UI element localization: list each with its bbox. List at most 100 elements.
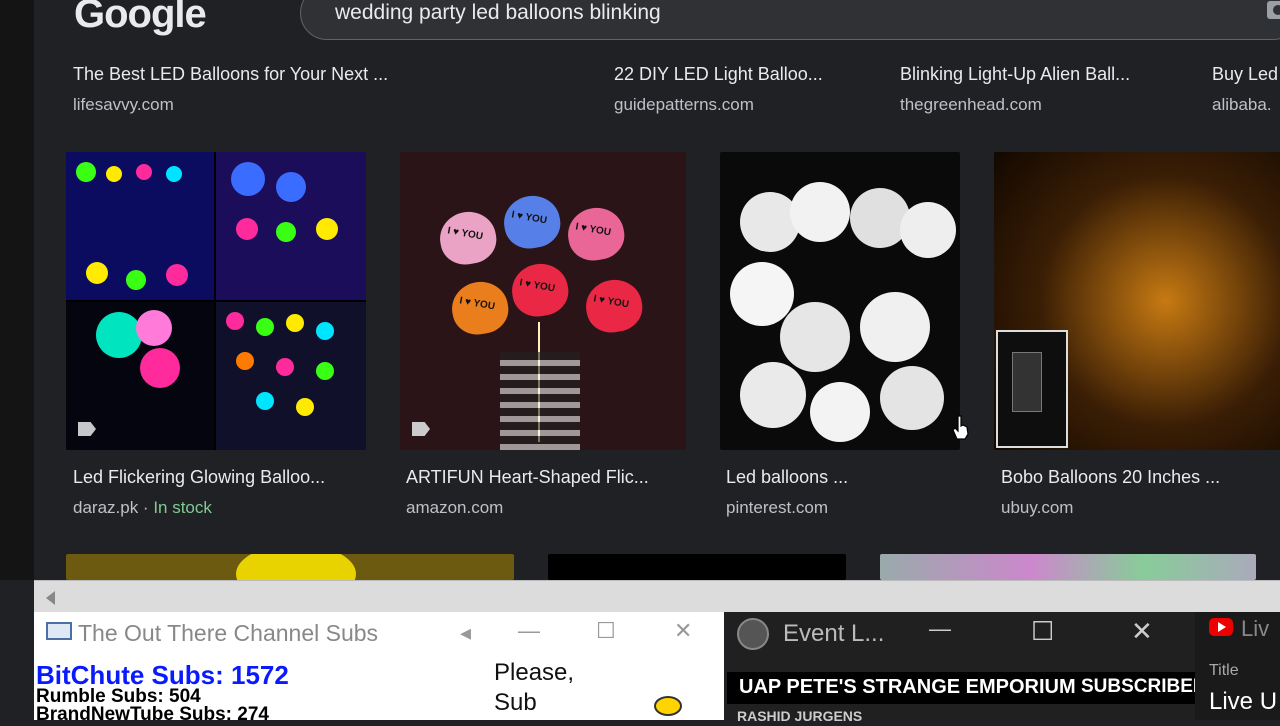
scroll-left-arrow-icon[interactable] xyxy=(46,591,55,605)
balloon-shape xyxy=(860,292,930,362)
subs-window-titlebar[interactable]: The Out There Channel Subs ◂ — ☐ ✕ xyxy=(34,612,724,654)
balloon-shape xyxy=(740,362,806,428)
balloon-shape xyxy=(256,318,274,336)
result-image-5[interactable] xyxy=(66,554,514,580)
collapse-arrow-icon[interactable]: ◂ xyxy=(460,620,471,646)
balloon-shape xyxy=(166,166,182,182)
result-title[interactable]: Led Flickering Glowing Balloo... xyxy=(73,467,373,488)
please-line: Please, xyxy=(494,659,575,686)
balloon-shape xyxy=(86,262,108,284)
balloon-shape xyxy=(166,264,188,286)
balloon-shape xyxy=(76,162,96,182)
result-image-3[interactable] xyxy=(720,152,960,450)
app-icon xyxy=(46,622,72,640)
result-image-1[interactable] xyxy=(66,152,366,450)
window-title: The Out There Channel Subs xyxy=(78,620,379,646)
result-title[interactable]: Blinking Light-Up Alien Ball... xyxy=(900,64,1170,85)
maximize-button[interactable]: ☐ xyxy=(1031,616,1054,647)
result-title[interactable]: Led balloons ... xyxy=(726,467,966,488)
title-value[interactable]: Live U xyxy=(1209,688,1277,716)
balloon-shape xyxy=(226,312,244,330)
result-source[interactable]: alibaba. xyxy=(1212,95,1280,115)
result-image-2[interactable]: I ♥ YOU I ♥ YOU I ♥ YOU I ♥ YOU I ♥ YOU … xyxy=(400,152,686,450)
in-stock-badge: In stock xyxy=(153,498,212,517)
result-source[interactable]: guidepatterns.com xyxy=(614,95,864,115)
balloon-shape xyxy=(900,202,956,258)
please-sub-text: Please, Sub xyxy=(494,658,574,718)
balloon-shape xyxy=(276,358,294,376)
result-image-6[interactable] xyxy=(548,554,846,580)
source-separator: · xyxy=(138,498,154,517)
balloon-shape xyxy=(236,218,258,240)
result-source[interactable]: lifesavvy.com xyxy=(73,95,373,115)
balloon-shape xyxy=(96,312,142,358)
result-title[interactable]: 22 DIY LED Light Balloo... xyxy=(614,64,864,85)
result-title[interactable]: Buy Led xyxy=(1212,64,1280,85)
heart-label: I ♥ YOU xyxy=(574,221,612,239)
result-source-domain[interactable]: daraz.pk xyxy=(73,498,138,517)
balloon-shape xyxy=(136,164,152,180)
subs-window: The Out There Channel Subs ◂ — ☐ ✕ BitCh… xyxy=(34,612,724,725)
heart-balloon: I ♥ YOU xyxy=(581,275,647,337)
balloon-shape xyxy=(316,322,334,340)
minimize-button[interactable]: — xyxy=(518,618,540,644)
balloon-shape xyxy=(126,270,146,290)
result-image-7[interactable] xyxy=(880,554,1256,580)
balloon-shape xyxy=(140,348,180,388)
result-source[interactable]: daraz.pk · In stock xyxy=(73,498,373,518)
hand-cursor-icon xyxy=(952,415,969,440)
balloon-shape xyxy=(296,398,314,416)
camera-icon[interactable] xyxy=(1267,1,1280,19)
sub-line: Sub xyxy=(494,689,537,716)
search-input[interactable]: wedding party led balloons blinking xyxy=(300,0,1280,40)
balloon-shape xyxy=(236,352,254,370)
balloon-shape xyxy=(286,314,304,332)
result-title[interactable]: Bobo Balloons 20 Inches ... xyxy=(1001,467,1280,488)
balloon-shape xyxy=(136,310,172,346)
event-banner-text: UAP PETE'S STRANGE EMPORIUM xyxy=(739,676,1076,698)
event-list-window: Event L... — ☐ ✕ UAP PETE'S STRANGE EMPO… xyxy=(727,612,1207,724)
horizontal-scrollbar[interactable] xyxy=(34,580,1280,612)
balloon-shape xyxy=(790,182,850,242)
result-title[interactable]: ARTIFUN Heart-Shaped Flic... xyxy=(406,467,686,488)
heart-balloon: I ♥ YOU xyxy=(499,191,565,253)
minimize-button[interactable]: — xyxy=(929,616,951,642)
balloon-shape xyxy=(316,218,338,240)
browser-window: Google wedding party led balloons blinki… xyxy=(34,0,1280,580)
event-next-name: RASHID JURGENS xyxy=(737,708,863,724)
close-button[interactable]: ✕ xyxy=(1131,616,1153,647)
balloon-shape xyxy=(730,262,794,326)
maximize-button[interactable]: ☐ xyxy=(596,618,616,644)
result-source[interactable]: ubuy.com xyxy=(1001,498,1280,518)
event-type-label: SUBSCRIBER xyxy=(1081,676,1207,697)
title-label: Title xyxy=(1209,662,1239,679)
window-title: Event L... xyxy=(783,620,885,647)
balloon-shape xyxy=(810,382,870,442)
window-title: Liv xyxy=(1241,616,1270,641)
heart-label: I ♥ YOU xyxy=(510,209,548,227)
tag-icon xyxy=(412,422,430,436)
close-button[interactable]: ✕ xyxy=(674,618,692,644)
desktop-edge xyxy=(0,0,34,580)
search-header: Google wedding party led balloons blinki… xyxy=(34,0,1280,50)
balloon-shape xyxy=(780,302,850,372)
result-source[interactable]: pinterest.com xyxy=(726,498,966,518)
youtube-live-window: Liv Title Live U xyxy=(1195,612,1280,720)
heart-balloon: I ♥ YOU xyxy=(507,259,573,321)
app-icon xyxy=(737,618,769,650)
result-source[interactable]: thegreenhead.com xyxy=(900,95,1170,115)
result-title[interactable]: The Best LED Balloons for Your Next ... xyxy=(73,64,433,85)
result-image-4[interactable] xyxy=(994,152,1280,450)
heart-label: I ♥ YOU xyxy=(446,225,484,243)
balloon-shape xyxy=(236,554,356,580)
balloon-shape xyxy=(316,362,334,380)
search-query[interactable]: wedding party led balloons blinking xyxy=(335,1,661,25)
brandnewtube-subs: BrandNewTube Subs: 274 xyxy=(36,704,269,725)
result-source[interactable]: amazon.com xyxy=(406,498,686,518)
character-icon xyxy=(654,696,682,716)
balloon-shape xyxy=(276,172,306,202)
google-logo[interactable]: Google xyxy=(74,0,207,37)
balloon-shape xyxy=(231,162,265,196)
balloon-shape xyxy=(256,392,274,410)
heart-label: I ♥ YOU xyxy=(518,277,556,295)
